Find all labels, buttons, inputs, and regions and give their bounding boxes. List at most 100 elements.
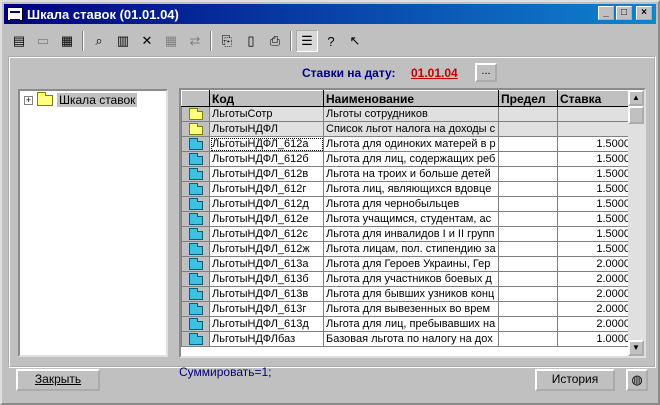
cell-limit[interactable] — [498, 136, 558, 152]
cell-rate[interactable]: 1.5000 — [557, 136, 633, 152]
table-row[interactable]: ЛьготыНДФЛ_613б Льгота для участников бое… — [181, 271, 633, 287]
table-row[interactable]: ЛьготыНДФЛ_612г Льгота лиц, являющихся вд… — [181, 181, 633, 197]
cell-limit[interactable] — [498, 286, 558, 302]
cell-rate[interactable]: 1.5000 — [557, 211, 633, 227]
cell-limit[interactable] — [498, 211, 558, 227]
cell-code[interactable]: ЛьготыНДФЛбаз — [209, 331, 324, 347]
cell-rate[interactable]: 1.5000 — [557, 196, 633, 212]
cell-code[interactable]: ЛьготыНДФЛ_612д — [209, 196, 324, 212]
cell-limit[interactable] — [498, 316, 558, 332]
rate-date-value[interactable]: 01.01.04 — [411, 66, 458, 80]
globe-icon[interactable]: ◍ — [626, 369, 648, 391]
table-row[interactable]: ЛьготыНДФЛ_612ж Льгота лицам, пол. стипен… — [181, 241, 633, 257]
cell-code[interactable]: ЛьготыСотр — [209, 106, 324, 122]
cell-rate[interactable]: 1.5000 — [557, 226, 633, 242]
table-row[interactable]: ЛьготыНДФЛ_612в Льгота на троих и больше … — [181, 166, 633, 182]
vertical-scrollbar[interactable]: ▲ ▼ — [628, 90, 644, 356]
cell-rate[interactable]: 2.0000 — [557, 286, 633, 302]
table-row[interactable]: ЛьготыНДФЛ_612а Льгота для одиноких матер… — [181, 136, 633, 152]
cell-rate[interactable]: 1.0000 — [557, 331, 633, 347]
scroll-down-button[interactable]: ▼ — [628, 340, 644, 356]
cell-name[interactable]: Льгота лиц, являющихся вдовце — [323, 181, 499, 197]
cell-name[interactable]: Льгота для бывших узников конц — [323, 286, 499, 302]
delete-row-icon[interactable]: ✕ — [136, 30, 158, 52]
context-help-icon[interactable]: ↖ — [344, 30, 366, 52]
cell-rate[interactable]: 1.5000 — [557, 181, 633, 197]
select-date-button[interactable]: ... — [475, 63, 497, 82]
tree-node-root[interactable]: + Шкала ставок — [24, 91, 138, 107]
cell-limit[interactable] — [498, 301, 558, 317]
cell-code[interactable]: ЛьготыНДФЛ — [209, 121, 324, 137]
cell-limit[interactable] — [498, 196, 558, 212]
history-button[interactable]: История — [535, 369, 615, 391]
cell-name[interactable]: Льгота для Героев Украины, Гер — [323, 256, 499, 272]
cell-rate[interactable] — [557, 121, 633, 137]
cell-rate[interactable]: 2.0000 — [557, 256, 633, 272]
cell-limit[interactable] — [498, 331, 558, 347]
header-rate[interactable]: Ставка — [557, 90, 633, 107]
cell-name[interactable]: Льгота лицам, пол. стипендию за — [323, 241, 499, 257]
expand-icon[interactable]: + — [24, 95, 33, 105]
cell-name[interactable]: Льгота для одиноких матерей в р — [323, 136, 499, 152]
cell-rate[interactable] — [557, 106, 633, 122]
cell-limit[interactable] — [498, 271, 558, 287]
cell-code[interactable]: ЛьготыНДФЛ_612в — [209, 166, 324, 182]
table-row[interactable]: ЛьготыНДФЛ_613а Льгота для Героев Украины… — [181, 256, 633, 272]
table-row[interactable]: ЛьготыНДФЛ_613д Льгота для лиц, пребывавш… — [181, 316, 633, 332]
cell-limit[interactable] — [498, 151, 558, 167]
table-row[interactable]: ЛьготыНДФЛ_613в Льгота для бывших узников… — [181, 286, 633, 302]
document-icon[interactable]: ▯ — [240, 30, 262, 52]
edit-icon[interactable]: ▦ — [56, 30, 78, 52]
cell-rate[interactable]: 1.5000 — [557, 166, 633, 182]
table-row[interactable]: ЛьготыНДФЛ_613г Льгота для вывезенных во … — [181, 301, 633, 317]
cell-code[interactable]: ЛьготыНДФЛ_612є — [209, 226, 324, 242]
print-icon[interactable]: ⎙ — [264, 30, 286, 52]
cell-code[interactable]: ЛьготыНДФЛ_613б — [209, 271, 324, 287]
close-button[interactable]: Закрыть — [16, 369, 100, 391]
help-icon[interactable]: ? — [320, 30, 342, 52]
cell-name[interactable]: Льгота для участников боевых д — [323, 271, 499, 287]
cell-limit[interactable] — [498, 256, 558, 272]
tree-view-icon[interactable]: ☰ — [296, 30, 318, 52]
add-row-icon[interactable]: ▥ — [112, 30, 134, 52]
scroll-thumb[interactable] — [628, 106, 644, 124]
cell-rate[interactable]: 2.0000 — [557, 301, 633, 317]
cell-rate[interactable]: 2.0000 — [557, 316, 633, 332]
table-row[interactable]: ЛьготыСотр Льготы сотрудников — [181, 106, 633, 122]
cell-code[interactable]: ЛьготыНДФЛ_613д — [209, 316, 324, 332]
table-row[interactable]: ЛьготыНДФЛ_612є Льгота для инвалидов I и … — [181, 226, 633, 242]
copy-icon[interactable]: ⎘ — [216, 30, 238, 52]
title-bar[interactable]: Шкала ставок (01.01.04) _ □ × — [4, 4, 656, 24]
cell-code[interactable]: ЛьготыНДФЛ_613г — [209, 301, 324, 317]
header-name[interactable]: Наименование — [323, 90, 499, 107]
cell-name[interactable]: Льгота для лиц, пребывавших на — [323, 316, 499, 332]
find-icon[interactable]: ⌕ — [88, 30, 110, 52]
cell-code[interactable]: ЛьготыНДФЛ_613а — [209, 256, 324, 272]
cell-name[interactable]: Базовая льгота по налогу на дох — [323, 331, 499, 347]
cell-name[interactable]: Льгота для вывезенных во врем — [323, 301, 499, 317]
cell-code[interactable]: ЛьготыНДФЛ_612ж — [209, 241, 324, 257]
cell-name[interactable]: Список льгот налога на доходы с — [323, 121, 499, 137]
cell-name[interactable]: Льгота для чернобыльцев — [323, 196, 499, 212]
cell-rate[interactable]: 1.5000 — [557, 241, 633, 257]
cell-limit[interactable] — [498, 166, 558, 182]
header-limit[interactable]: Предел — [498, 90, 558, 107]
cell-limit[interactable] — [498, 181, 558, 197]
table-row[interactable]: ЛьготыНДФЛ_612е Льгота учащимся, студента… — [181, 211, 633, 227]
cell-limit[interactable] — [498, 106, 558, 122]
header-code[interactable]: Код — [209, 90, 324, 107]
cell-name[interactable]: Льгота учащимся, студентам, ас — [323, 211, 499, 227]
cell-code[interactable]: ЛьготыНДФЛ_612е — [209, 211, 324, 227]
close-window-button[interactable]: × — [636, 6, 652, 20]
cell-name[interactable]: Льгота для лиц, содержащих реб — [323, 151, 499, 167]
cell-name[interactable]: Льгота для инвалидов I и II групп — [323, 226, 499, 242]
cell-code[interactable]: ЛьготыНДФЛ_613в — [209, 286, 324, 302]
maximize-button[interactable]: □ — [616, 6, 632, 20]
cell-rate[interactable]: 1.5000 — [557, 151, 633, 167]
group-tree[interactable]: + Шкала ставок — [18, 89, 168, 357]
new-icon[interactable]: ▤ — [8, 30, 30, 52]
table-row[interactable]: ЛьготыНДФЛ Список льгот налога на доходы … — [181, 121, 633, 137]
minimize-button[interactable]: _ — [598, 6, 614, 20]
table-row[interactable]: ЛьготыНДФЛ_612д Льгота для чернобыльцев 1.… — [181, 196, 633, 212]
rates-table[interactable]: Код Наименование Предел Ставка ЛьготыСот… — [179, 88, 646, 358]
